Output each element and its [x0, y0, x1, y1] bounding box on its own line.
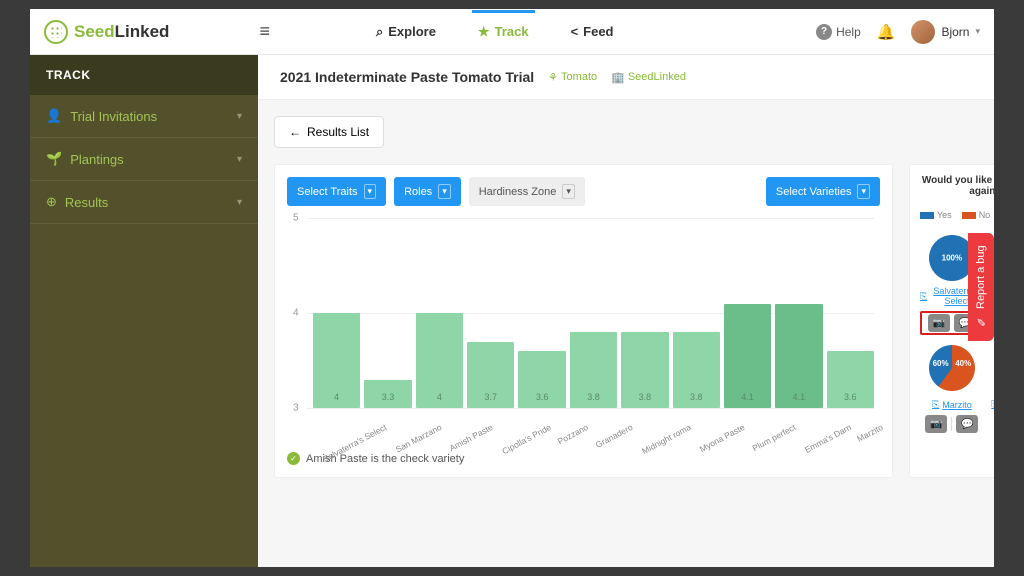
comment-button[interactable]: 💬 [956, 415, 978, 433]
link-icon: ⎘ [932, 399, 939, 410]
bar[interactable]: 3.8 [673, 332, 720, 408]
pie-chart: 60%40% [929, 345, 975, 391]
variety-link[interactable]: ⎘Marzito [932, 399, 972, 410]
x-axis-label: Pozzano [556, 422, 590, 446]
grow-again-title: Would you like to grow this again ? [920, 175, 994, 197]
check-variety-note: ✓Amish Paste is the check variety [287, 452, 880, 465]
bar[interactable]: 3.3 [364, 380, 411, 409]
bar[interactable]: 4 [416, 313, 463, 408]
variety-card: 7%93% ⎘Amish Paste 📷 💬 ✓Check [990, 345, 994, 454]
plant-icon: ⚘ [548, 71, 558, 84]
arrow-left-icon: ← [289, 125, 301, 139]
search-icon: ⌕ [376, 24, 383, 40]
menu-icon[interactable]: ≡ [259, 21, 270, 42]
help-button[interactable]: ?Help [816, 24, 861, 40]
avatar [911, 20, 935, 44]
bar[interactable]: 4.1 [724, 304, 771, 409]
user-menu[interactable]: Bjorn▾ [911, 20, 980, 44]
variety-link[interactable]: ⎘Amish Paste [991, 399, 994, 410]
variety-card: 60%40% ⎘Marzito 📷 💬 [920, 345, 984, 454]
link-icon: ⎘ [920, 291, 927, 302]
x-axis-label: Plum perfect [751, 422, 798, 453]
crop-tag[interactable]: ⚘Tomato [548, 71, 597, 84]
x-axis-label: Marzito [855, 422, 884, 444]
edit-icon: ✎ [975, 315, 988, 328]
x-axis-label: Midnight roma [640, 422, 692, 456]
logo[interactable]: SeedLinked [44, 20, 169, 44]
star-icon: ★ [478, 24, 490, 40]
sidebar: TRACK 👤Trial Invitations▾ 🌱Plantings▾ ⊕R… [30, 55, 258, 567]
bar[interactable]: 3.8 [621, 332, 668, 408]
results-list-button[interactable]: ←Results List [274, 116, 384, 148]
camera-button[interactable]: 📷 [928, 314, 950, 332]
camera-button[interactable]: 📷 [925, 415, 947, 433]
topbar: SeedLinked ≡ ⌕Explore ★Track <Feed ?Help… [30, 9, 994, 55]
notifications-icon[interactable]: 🔔 [877, 23, 896, 41]
sidebar-item-plantings[interactable]: 🌱Plantings▾ [30, 138, 258, 181]
nav-feed[interactable]: <Feed [565, 11, 620, 53]
title-bar: 2021 Indeterminate Paste Tomato Trial ⚘T… [258, 55, 994, 100]
legend: Yes No Not Available [920, 205, 994, 225]
building-icon: 🏢 [611, 71, 625, 84]
help-icon: ? [816, 24, 832, 40]
chevron-down-icon: ▾ [438, 184, 451, 199]
select-varieties-button[interactable]: Select Varieties▾ [766, 177, 880, 206]
org-tag[interactable]: 🏢SeedLinked [611, 71, 686, 84]
check-icon: ✓ [287, 452, 300, 465]
bar[interactable]: 3.8 [570, 332, 617, 408]
chevron-down-icon: ▾ [237, 154, 242, 165]
report-bug-tab[interactable]: ✎Report a bug [968, 233, 994, 341]
globe-icon: ⊕ [46, 194, 57, 210]
bar[interactable]: 3.6 [827, 351, 874, 408]
sidebar-item-invitations[interactable]: 👤Trial Invitations▾ [30, 95, 258, 138]
x-axis-label: Emma's Darn [803, 422, 853, 455]
sidebar-header: TRACK [30, 55, 258, 95]
page-title: 2021 Indeterminate Paste Tomato Trial [280, 69, 534, 85]
x-axis-label: Granadero [594, 422, 635, 450]
chart-panel: Select Traits▾ Roles▾ Hardiness Zone▾ Se… [274, 164, 893, 478]
select-traits-button[interactable]: Select Traits▾ [287, 177, 386, 206]
bar[interactable]: 3.7 [467, 342, 514, 409]
bar[interactable]: 4.1 [775, 304, 822, 409]
x-axis-label: San Marzano [394, 422, 443, 455]
chevron-down-icon: ▾ [975, 26, 980, 37]
roles-button[interactable]: Roles▾ [394, 177, 461, 206]
nav-tabs: ⌕Explore ★Track <Feed [370, 11, 620, 53]
chevron-down-icon: ▾ [237, 197, 242, 208]
nav-track[interactable]: ★Track [472, 11, 535, 53]
chevron-down-icon: ▾ [364, 184, 377, 199]
user-plus-icon: 👤 [46, 108, 62, 124]
x-axis-label: Amish Paste [448, 422, 495, 453]
logo-mark-icon [44, 20, 68, 44]
seedling-icon: 🌱 [46, 151, 62, 167]
sidebar-item-results[interactable]: ⊕Results▾ [30, 181, 258, 224]
chevron-down-icon: ▾ [562, 184, 575, 199]
bar[interactable]: 4 [313, 313, 360, 408]
hardiness-zone-button[interactable]: Hardiness Zone▾ [469, 177, 585, 206]
share-icon: < [571, 24, 579, 39]
bar-chart: 345 43.343.73.63.83.83.84.14.13.6 [307, 218, 874, 408]
bar[interactable]: 3.6 [518, 351, 565, 408]
x-axis-label: Myona Paste [697, 422, 746, 454]
link-icon: ⎘ [991, 399, 994, 410]
chevron-down-icon: ▾ [237, 111, 242, 122]
chevron-down-icon: ▾ [857, 184, 870, 199]
nav-explore[interactable]: ⌕Explore [370, 11, 442, 53]
main-content: 2021 Indeterminate Paste Tomato Trial ⚘T… [258, 55, 994, 567]
